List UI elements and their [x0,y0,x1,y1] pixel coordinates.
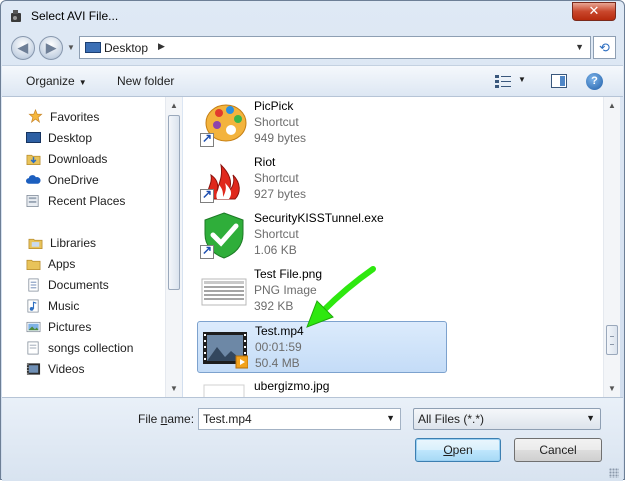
file-type-filter-value: All Files (*.*) [418,412,485,426]
dialog-footer: File name: Test.mp4 ▼ All Files (*.*) ▼ … [2,397,623,481]
file-name-label-suffix: ame: [167,412,195,426]
file-name-input[interactable]: Test.mp4 ▼ [198,408,401,430]
open-label-rest: pen [452,443,473,457]
file-type-filter-select[interactable]: All Files (*.*) ▼ [413,408,601,430]
resize-grip-icon[interactable] [609,468,619,478]
file-name-value[interactable]: Test.mp4 [203,412,252,426]
file-name-label: File name: [138,412,194,426]
cancel-button[interactable]: Cancel [514,438,602,462]
file-name-dropdown-icon[interactable]: ▼ [386,413,395,423]
open-accelerator-key: O [443,443,453,457]
file-name-label-prefix: File [138,412,161,426]
chevron-down-icon[interactable]: ▼ [586,413,595,423]
open-button[interactable]: Open [415,438,501,462]
file-dialog-window: Select AVI File... ✕ ◀ ▶ ▼ Desktop ▶ ▼ ⟲… [0,0,625,481]
